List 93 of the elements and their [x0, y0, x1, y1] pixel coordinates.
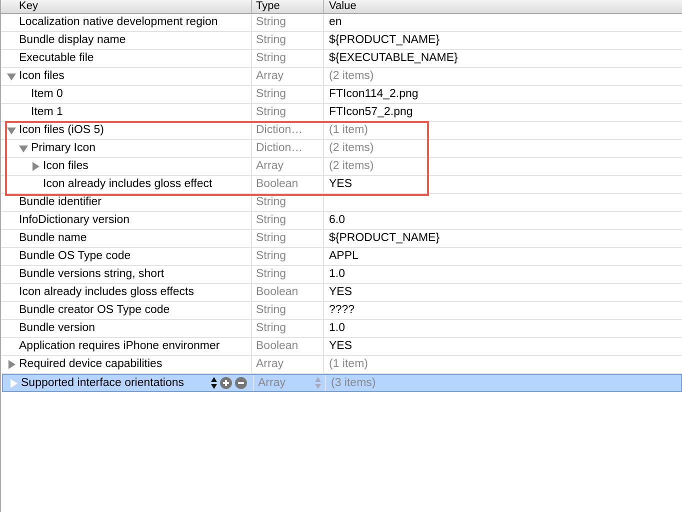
table-row[interactable]: Item 0 String FTIcon114_2.png [1, 86, 682, 104]
table-row[interactable]: Localization native development region String en [1, 14, 682, 32]
table-row[interactable]: Icon files Array (2 items) [1, 68, 682, 86]
type-text: String [256, 105, 286, 120]
type-text: String [256, 321, 286, 336]
key-text: Required device capabilities [19, 357, 162, 372]
expand-triangle-icon[interactable] [31, 162, 40, 171]
type-text: Boolean [256, 339, 298, 354]
add-icon[interactable] [220, 377, 232, 389]
expand-triangle-icon[interactable] [7, 360, 16, 369]
key-text: Primary Icon [31, 141, 96, 156]
table-row[interactable]: Application requires iPhone environmer Boolean YES [1, 338, 682, 356]
column-header[interactable]: Key [1, 0, 252, 13]
table-row[interactable]: Bundle display name String ${PRODUCT_NAME} [1, 32, 682, 50]
table-row[interactable]: Icon already includes gloss effect Boolean YES [1, 176, 682, 194]
key-text: Icon already includes gloss effect [43, 177, 212, 192]
table-row[interactable]: Bundle creator OS Type code String ???? [1, 302, 682, 320]
value-text: (1 item) [329, 124, 368, 136]
value-text: 6.0 [329, 214, 345, 226]
key-text: Icon files [19, 69, 64, 84]
value-text: (2 items) [329, 142, 374, 154]
value-text: (2 items) [329, 160, 374, 172]
value-text: (3 items) [331, 377, 376, 389]
key-text: Icon files (iOS 5) [19, 123, 104, 138]
key-text: Bundle display name [19, 33, 126, 48]
table-row[interactable]: Bundle versions string, short String 1.0 [1, 266, 682, 284]
key-text: Item 1 [31, 105, 63, 120]
type-text: String [256, 231, 286, 246]
value-text: FTIcon114_2.png [329, 88, 418, 100]
key-text: InfoDictionary version [19, 213, 130, 228]
collapse-triangle-icon[interactable] [7, 72, 16, 81]
value-text: YES [329, 286, 352, 298]
table-row[interactable]: Bundle identifier String [1, 194, 682, 212]
remove-icon[interactable] [235, 377, 247, 389]
type-text: Array [256, 69, 284, 84]
collapse-triangle-icon[interactable] [7, 126, 16, 135]
table-row[interactable]: Bundle name String ${PRODUCT_NAME} [1, 230, 682, 248]
column-header[interactable]: Type [252, 0, 324, 13]
value-text: (2 items) [329, 70, 374, 82]
key-text: Bundle OS Type code [19, 249, 131, 264]
type-text: String [256, 33, 286, 48]
type-text: Array [256, 357, 284, 372]
type-text: Diction… [256, 141, 303, 156]
table-row[interactable]: Executable file String ${EXECUTABLE_NAME} [1, 50, 682, 68]
key-text: Bundle identifier [19, 195, 102, 210]
table-row[interactable]: Bundle version String 1.0 [1, 320, 682, 338]
value-text: ${PRODUCT_NAME} [329, 34, 440, 46]
key-text: Supported interface orientations [21, 376, 184, 390]
value-text: ${EXECUTABLE_NAME} [329, 52, 458, 64]
type-text: Boolean [256, 177, 298, 192]
value-text: YES [329, 340, 352, 352]
table-row[interactable]: Icon files (iOS 5) Diction… (1 item) [1, 122, 682, 140]
value-text: APPL [329, 250, 358, 262]
key-text: Application requires iPhone environmer [19, 339, 220, 354]
value-text: 1.0 [329, 268, 345, 280]
table-row[interactable]: Icon already includes gloss effects Boolean YES [1, 284, 682, 302]
column-header[interactable]: Value [324, 0, 682, 13]
type-text: String [256, 267, 286, 282]
table-row[interactable]: Item 1 String FTIcon57_2.png [1, 104, 682, 122]
table-row[interactable]: Icon files Array (2 items) [1, 158, 682, 176]
value-text: en [329, 16, 342, 28]
value-text: YES [329, 178, 352, 190]
key-text: Bundle creator OS Type code [19, 303, 170, 318]
key-text: Bundle name [19, 231, 87, 246]
table-row[interactable]: Primary Icon Diction… (2 items) [1, 140, 682, 158]
type-text: String [256, 195, 286, 210]
key-text: Executable file [19, 51, 94, 66]
table-row[interactable]: Supported interface orientations Array (3 items) [2, 374, 682, 392]
value-text: (1 item) [329, 358, 368, 370]
type-text: Array [258, 376, 286, 390]
sort-stepper-icon[interactable] [211, 377, 217, 389]
value-text: 1.0 [329, 322, 345, 334]
value-text: ${PRODUCT_NAME} [329, 232, 440, 244]
value-text: ???? [329, 304, 355, 316]
table-row[interactable]: InfoDictionary version String 6.0 [1, 212, 682, 230]
collapse-triangle-icon[interactable] [19, 144, 28, 153]
key-text: Item 0 [31, 87, 63, 102]
type-text: String [256, 213, 286, 228]
key-text: Bundle version [19, 321, 96, 336]
type-text: String [256, 249, 286, 264]
key-text: Localization native development region [19, 15, 218, 30]
table-row[interactable]: Bundle OS Type code String APPL [1, 248, 682, 266]
type-text: String [256, 87, 286, 102]
type-text: Boolean [256, 285, 298, 300]
type-text: String [256, 303, 286, 318]
type-text: String [256, 15, 286, 30]
key-text: Bundle versions string, short [19, 267, 164, 282]
type-text: Array [256, 159, 284, 174]
key-text: Icon files [43, 159, 88, 174]
value-text: FTIcon57_2.png [329, 106, 413, 118]
key-text: Icon already includes gloss effects [19, 285, 194, 300]
type-text: String [256, 51, 286, 66]
type-text: Diction… [256, 123, 303, 138]
